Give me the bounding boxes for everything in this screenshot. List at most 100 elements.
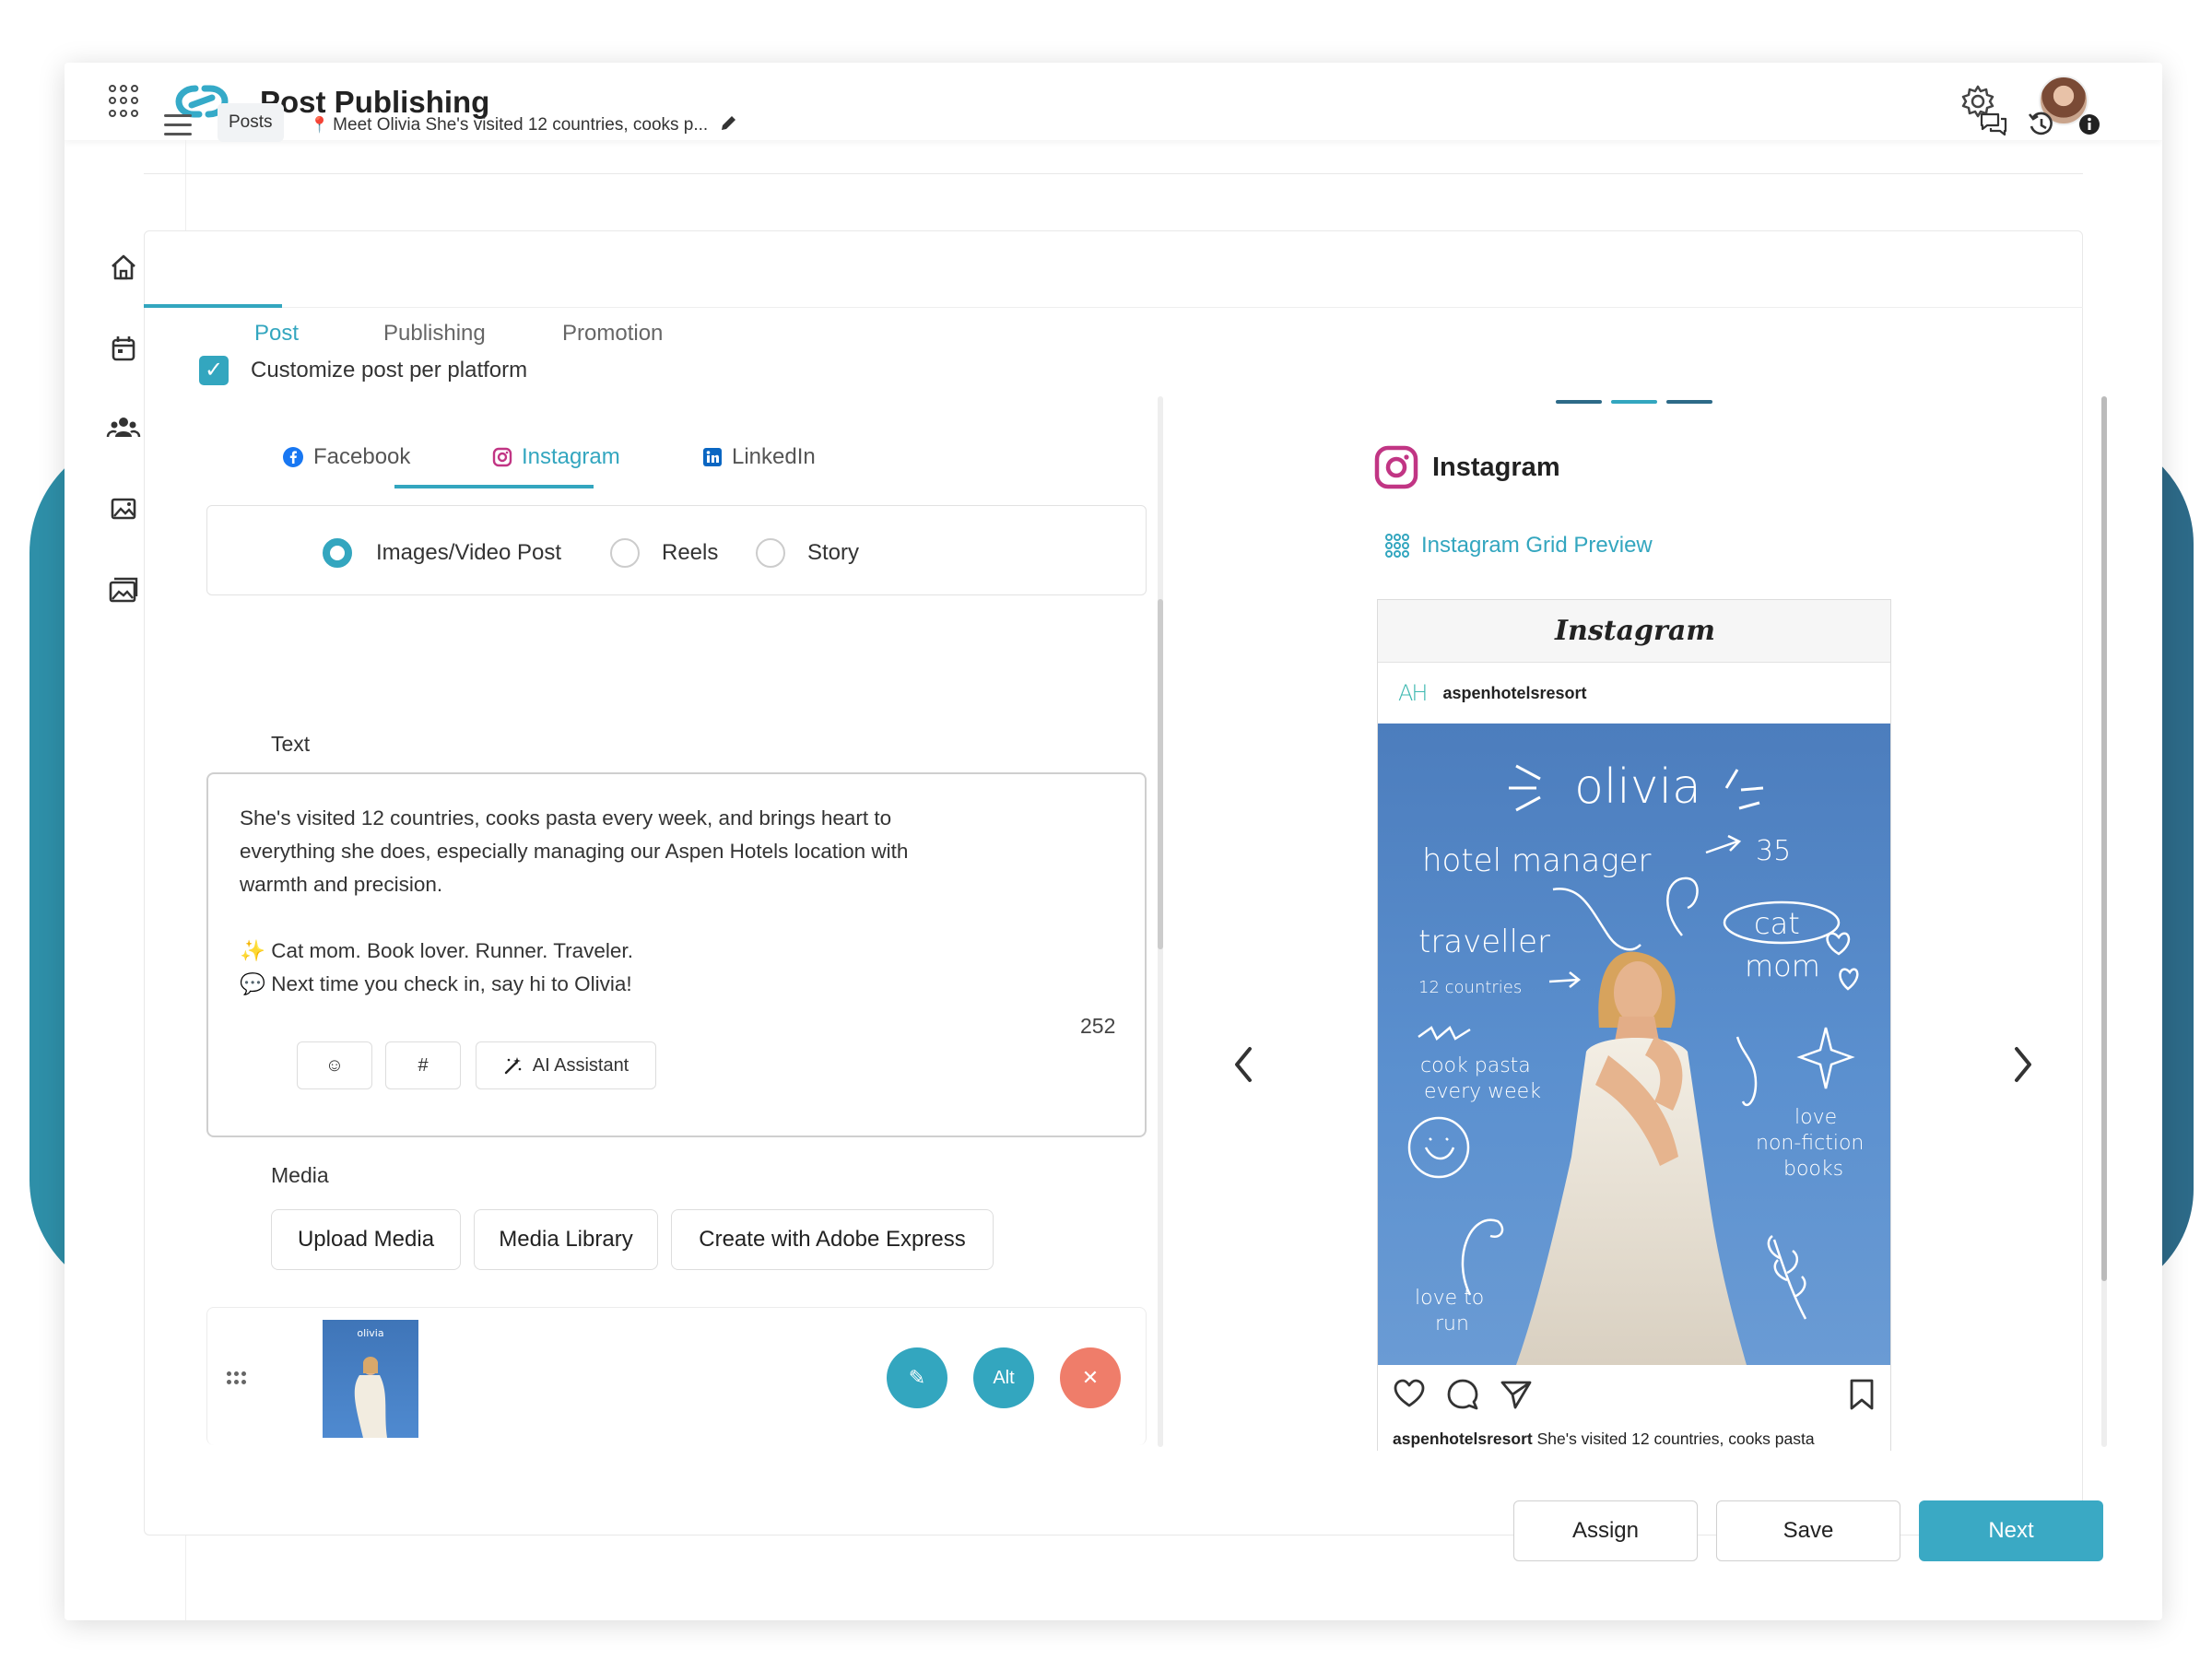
radio-images-video[interactable] [323, 538, 352, 568]
alt-text-button[interactable]: Alt [973, 1347, 1034, 1408]
media-section-label: Media [271, 1163, 329, 1187]
graphic-cat: cat [1754, 906, 1800, 941]
grid-preview-label: Instagram Grid Preview [1421, 533, 1653, 558]
pencil-icon: ✎ [908, 1366, 926, 1389]
preview-platform-heading: Instagram [1373, 444, 1560, 490]
media-library-button[interactable]: Media Library [474, 1209, 658, 1270]
upload-media-button[interactable]: Upload Media [271, 1209, 461, 1270]
next-slide-icon[interactable] [2004, 1041, 2041, 1088]
assign-button[interactable]: Assign [1513, 1500, 1698, 1561]
hashtag-icon: # [418, 1054, 429, 1076]
graphic-mom: mom [1745, 948, 1820, 983]
gallery-icon[interactable] [105, 571, 142, 608]
ai-assistant-button[interactable]: AI Assistant [476, 1041, 656, 1089]
linkedin-label: LinkedIn [732, 444, 816, 469]
carousel-indicator-3[interactable] [1666, 400, 1712, 404]
graphic-nonfiction: non-fiction [1756, 1132, 1864, 1155]
radio-reels-label: Reels [662, 540, 719, 565]
next-button[interactable]: Next [1919, 1500, 2103, 1561]
graphic-cook-1: cook pasta [1420, 1054, 1531, 1077]
media-icon[interactable] [105, 490, 142, 527]
linkedin-icon [703, 448, 722, 466]
graphic-love: love [1794, 1106, 1837, 1129]
magic-wand-icon [504, 1057, 522, 1075]
tab-publishing[interactable]: Publishing [383, 321, 486, 347]
history-icon[interactable] [2026, 109, 2057, 140]
customize-label: Customize post per platform [251, 358, 528, 382]
post-caption: aspenhotelsresort She's visited 12 count… [1393, 1430, 1815, 1449]
post-title-text: Meet Olivia She's visited 12 countries, … [333, 115, 709, 135]
pin-icon: 📍 [310, 116, 330, 134]
breadcrumb-post-title[interactable]: 📍 Meet Olivia She's visited 12 countries,… [310, 114, 737, 135]
caption-text: She's visited 12 countries, cooks pasta [1536, 1430, 1815, 1448]
menu-icon[interactable] [164, 114, 192, 136]
tab-promotion[interactable]: Promotion [562, 321, 663, 347]
hashtag-button[interactable]: # [385, 1041, 461, 1089]
carousel-indicator-1[interactable] [1556, 400, 1602, 404]
ai-assistant-label: AI Assistant [532, 1054, 629, 1076]
users-icon[interactable] [105, 409, 142, 446]
graphic-run-1: love to [1415, 1287, 1484, 1310]
home-icon[interactable] [105, 249, 142, 286]
close-icon: ✕ [1081, 1366, 1100, 1389]
preview-scrollbar-thumb[interactable] [2101, 396, 2107, 1281]
edit-media-button[interactable]: ✎ [887, 1347, 947, 1408]
graphic-age: 35 [1756, 835, 1791, 867]
customize-checkbox[interactable]: ✓ [199, 356, 229, 385]
graphic-role: hotel manager [1422, 842, 1652, 879]
apps-grid-icon[interactable] [109, 85, 142, 118]
platform-tab-linkedin[interactable]: LinkedIn [702, 444, 816, 470]
instagram-icon [492, 447, 512, 467]
platform-tab-facebook[interactable]: Facebook [282, 444, 410, 470]
radio-reels[interactable] [610, 538, 640, 568]
adobe-express-button[interactable]: Create with Adobe Express [671, 1209, 994, 1270]
post-image: olivia hotel manager 35 cat mom travelle… [1378, 724, 1890, 1365]
caption-account: aspenhotelsresort [1393, 1430, 1533, 1448]
text-section-label: Text [271, 732, 311, 756]
media-thumbnail[interactable]: olivia [323, 1320, 418, 1438]
info-icon[interactable] [2074, 109, 2105, 140]
instagram-label: Instagram [522, 444, 620, 469]
account-name: aspenhotelsresort [1442, 683, 1587, 702]
remove-media-button[interactable]: ✕ [1060, 1347, 1121, 1408]
facebook-label: Facebook [313, 444, 411, 469]
preview-platform-label: Instagram [1432, 452, 1560, 482]
grid-icon [1385, 534, 1409, 558]
post-image-graphic: olivia hotel manager 35 cat mom travelle… [1407, 759, 1864, 1365]
bookmark-icon[interactable] [1848, 1378, 1876, 1411]
tabs-divider [144, 307, 2083, 308]
graphic-countries: 12 countries [1418, 978, 1522, 997]
thumb-name: olivia [357, 1327, 383, 1339]
calendar-icon[interactable] [105, 330, 142, 367]
tab-post[interactable]: Post [254, 321, 299, 347]
post-actions [1378, 1365, 1890, 1424]
post-account-row: AH aspenhotelsresort [1378, 663, 1890, 724]
emoji-icon: ☺ [324, 1054, 345, 1076]
instagram-post-preview: Instagram AH aspenhotelsresort olivia ho… [1377, 599, 1891, 1451]
instagram-grid-preview-link[interactable]: Instagram Grid Preview [1384, 533, 1653, 559]
graphic-name: olivia [1574, 759, 1701, 815]
tab-post-underline [144, 304, 282, 308]
editor-scrollbar-thumb[interactable] [1158, 599, 1163, 949]
share-icon[interactable] [1500, 1378, 1533, 1411]
previous-slide-icon[interactable] [1226, 1041, 1263, 1088]
graphic-books: books [1783, 1158, 1843, 1181]
instagram-tab-underline [394, 485, 594, 488]
radio-images-video-label: Images/Video Post [376, 540, 562, 565]
instagram-wordmark: Instagram [1378, 600, 1890, 663]
like-icon[interactable] [1393, 1378, 1426, 1411]
emoji-button[interactable]: ☺ [297, 1041, 372, 1089]
radio-story[interactable] [756, 538, 785, 568]
carousel-indicator-2[interactable] [1611, 400, 1657, 404]
thumbnail-graphic: olivia [354, 1327, 387, 1438]
comment-icon[interactable] [1446, 1378, 1479, 1411]
save-button[interactable]: Save [1716, 1500, 1900, 1561]
alt-text-label: Alt [993, 1367, 1015, 1388]
breadcrumb-posts[interactable]: Posts [218, 103, 284, 142]
pencil-icon[interactable] [719, 114, 737, 133]
comments-icon[interactable] [1978, 109, 2009, 140]
platform-tab-instagram[interactable]: Instagram [492, 444, 620, 470]
post-text-content: She's visited 12 countries, cooks pasta … [240, 806, 909, 995]
account-logo: AH [1398, 680, 1429, 706]
drag-handle-icon[interactable] [227, 1371, 247, 1384]
